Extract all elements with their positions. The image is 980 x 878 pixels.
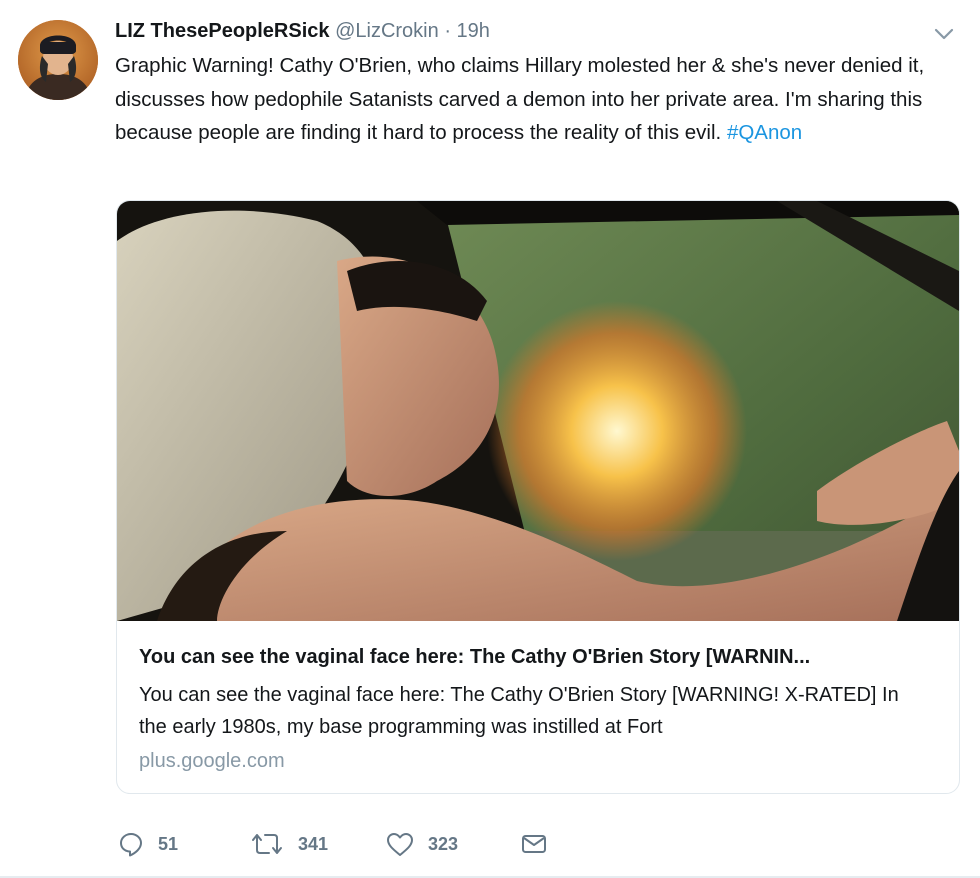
reply-count: 51 [158,833,179,854]
author-name[interactable]: LIZ ThesePeopleRSick [115,20,330,42]
card-image [117,201,959,621]
card-description: You can see the vaginal face here: The C… [139,684,899,738]
avatar[interactable] [18,20,98,100]
card-title[interactable]: You can see the vaginal face here: The C… [139,643,939,671]
retweet-count: 341 [298,833,329,854]
tweet-body: Graphic Warning! Cathy O'Brien, who clai… [115,54,925,144]
tweet-timestamp[interactable]: 19h [457,20,490,42]
like-button[interactable]: 323 [386,826,458,862]
card-domain: plus.google.com [139,750,285,772]
avatar-photo [18,20,98,100]
like-icon [387,833,413,856]
tweet-text: Graphic Warning! Cathy O'Brien, who clai… [115,49,965,150]
hashtag-link[interactable]: #QAnon [727,121,802,144]
direct-message-button[interactable] [520,826,548,862]
author-handle[interactable]: @LizCrokin [335,20,439,42]
tweet-header: LIZ ThesePeopleRSick @LizCrokin · 19h [115,17,920,45]
reply-icon [120,833,142,857]
retweet-icon [252,834,282,854]
direct-message-icon [522,835,546,853]
like-count: 323 [428,833,459,854]
link-card[interactable]: You can see the vaginal face here: The C… [116,200,960,794]
retweet-button[interactable]: 341 [250,826,328,862]
chevron-down-icon[interactable] [933,26,955,42]
separator-dot: · [444,20,451,42]
reply-button[interactable]: 51 [118,826,178,862]
